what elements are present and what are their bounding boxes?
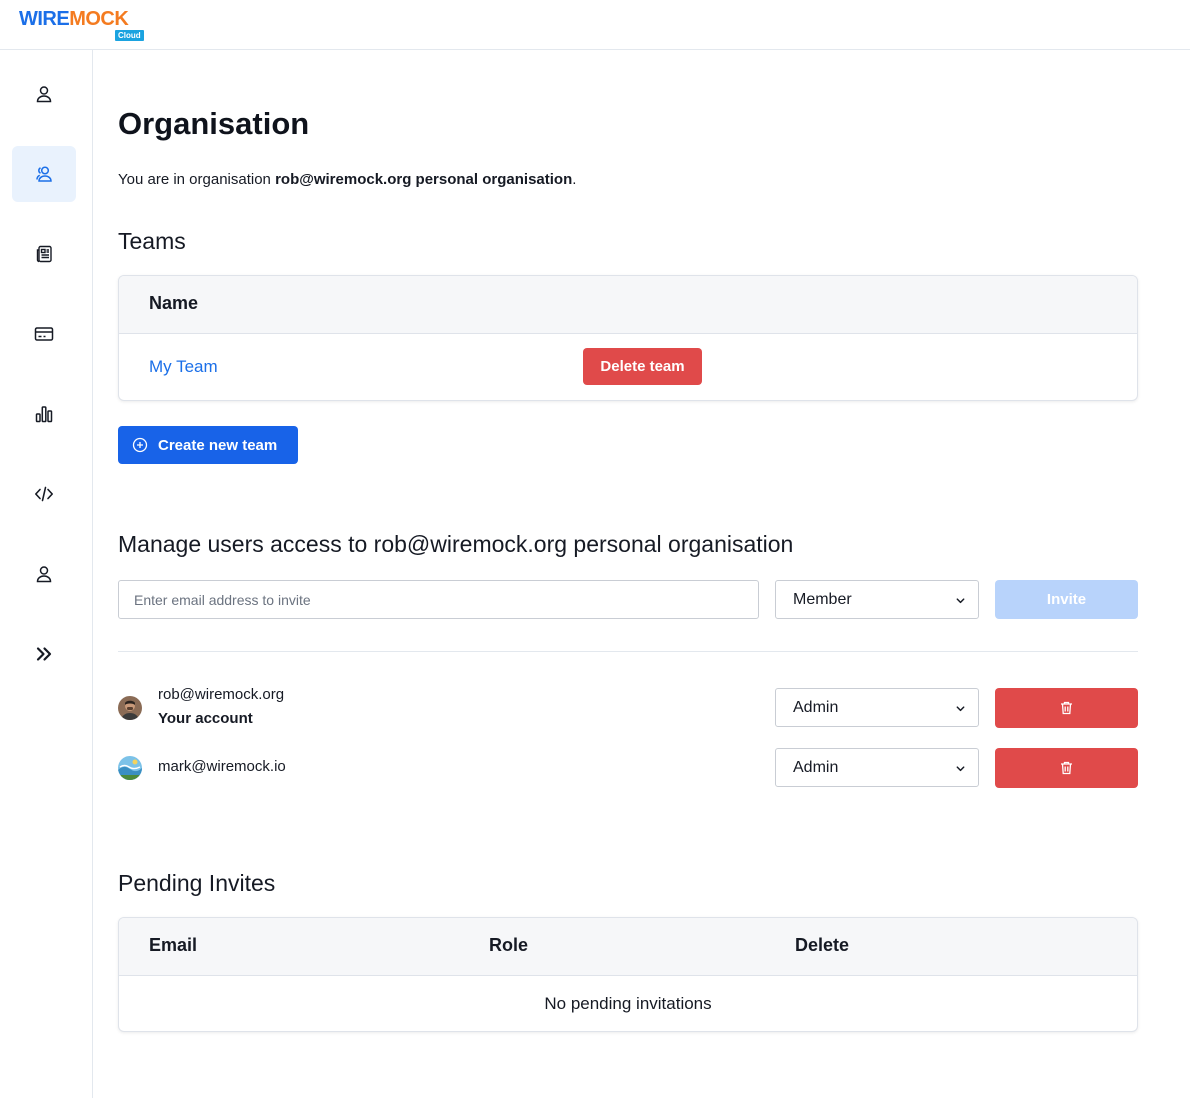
plus-circle-icon: [132, 437, 148, 453]
trash-icon: [1061, 701, 1072, 715]
trash-icon: [1061, 761, 1072, 775]
avatar: [118, 756, 142, 780]
teams-heading: Teams: [118, 228, 186, 254]
code-icon: [35, 486, 53, 502]
user-role-select[interactable]: Admin: [775, 688, 979, 727]
top-bar: WIREMOCK Cloud: [0, 0, 1190, 50]
remove-user-button[interactable]: [995, 748, 1138, 788]
chevron-down-icon: [956, 766, 965, 772]
expand-icon: [36, 647, 52, 661]
sidebar-item-docs[interactable]: [12, 226, 76, 282]
table-row: My Team Delete team: [119, 334, 1137, 400]
account-icon: [36, 566, 52, 583]
sidebar: [0, 50, 93, 1098]
chevron-down-icon: [956, 706, 965, 712]
intro-suffix: .: [572, 171, 577, 188]
sidebar-item-account[interactable]: [12, 546, 76, 602]
intro-prefix: You are in organisation: [118, 171, 276, 188]
pending-column-role: Role: [489, 935, 529, 955]
divider: [118, 651, 1138, 652]
delete-team-button[interactable]: Delete team: [583, 348, 702, 385]
pending-empty-row: No pending invitations: [119, 976, 1137, 1031]
create-team-label: Create new team: [158, 436, 278, 454]
logo-cloud-badge: Cloud: [115, 30, 144, 41]
create-team-button[interactable]: Create new team: [118, 426, 298, 464]
sidebar-item-organisation[interactable]: [12, 146, 76, 202]
user-role-select[interactable]: Admin: [775, 748, 979, 787]
team-link[interactable]: My Team: [149, 357, 218, 377]
logo-wire-text: WIRE: [19, 8, 70, 30]
sidebar-item-billing[interactable]: [12, 306, 76, 362]
remove-user-button[interactable]: [995, 688, 1138, 728]
users-icon: [36, 166, 52, 182]
intro-org-name: rob@wiremock.org personal organisation: [275, 171, 573, 188]
pending-invites-heading: Pending Invites: [118, 870, 276, 896]
user-role-value: Admin: [793, 758, 839, 776]
access-heading: Manage users access to rob@wiremock.org …: [118, 531, 794, 557]
teams-table: Name My Team Delete team: [118, 275, 1138, 401]
invite-role-select[interactable]: Member: [775, 580, 979, 619]
pending-empty-text: No pending invitations: [544, 993, 712, 1013]
user-icon: [36, 86, 52, 103]
newspaper-icon: [36, 245, 52, 263]
credit-card-icon: [34, 327, 54, 341]
teams-column-name: Name: [149, 293, 199, 313]
pending-table-header: Email Role Delete: [119, 918, 1137, 976]
wiremock-logo[interactable]: WIREMOCK Cloud: [19, 9, 149, 41]
invite-role-value: Member: [793, 590, 852, 608]
invite-email-input[interactable]: [118, 580, 759, 619]
invite-button[interactable]: Invite: [995, 580, 1138, 619]
avatar: [118, 696, 142, 720]
organisation-intro: You are in organisation rob@wiremock.org…: [118, 171, 576, 188]
sidebar-item-api[interactable]: [12, 466, 76, 522]
page-title: Organisation: [118, 106, 310, 141]
pending-invites-table: Email Role Delete No pending invitations: [118, 917, 1138, 1032]
sidebar-expand-button[interactable]: [12, 626, 76, 682]
user-email: mark@wiremock.io: [158, 758, 286, 775]
logo-mock-text: MOCK: [69, 8, 129, 30]
bar-chart-icon: [35, 406, 53, 423]
user-email: rob@wiremock.org: [158, 686, 285, 703]
user-role-value: Admin: [793, 698, 839, 716]
user-note: Your account: [158, 710, 253, 727]
sidebar-item-profile[interactable]: [12, 66, 76, 122]
sidebar-item-usage[interactable]: [12, 386, 76, 442]
teams-table-header: Name: [119, 276, 1137, 334]
pending-column-delete: Delete: [795, 935, 850, 955]
chevron-down-icon: [956, 598, 965, 604]
pending-column-email: Email: [149, 935, 198, 955]
